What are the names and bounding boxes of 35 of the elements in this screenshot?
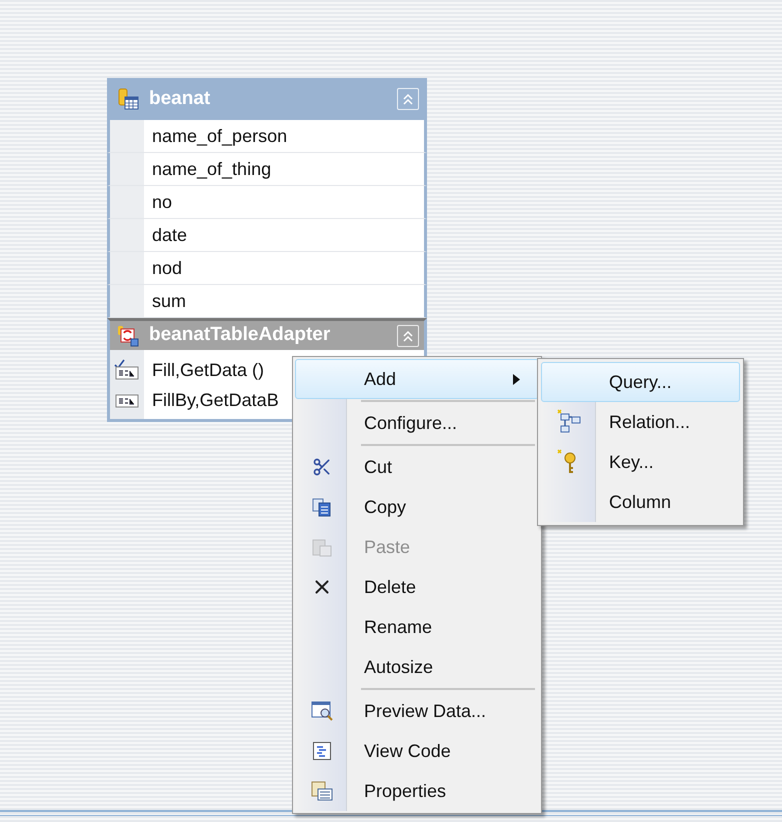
menu-item[interactable]: Rename xyxy=(295,607,539,647)
preview-icon xyxy=(311,700,333,722)
scissors-icon xyxy=(312,457,332,477)
adapter-title: beanatTableAdapter xyxy=(149,323,332,348)
copy-icon xyxy=(312,497,332,517)
collapse-icon xyxy=(402,328,414,342)
menu-item[interactable]: Column xyxy=(541,482,740,522)
collapse-button[interactable] xyxy=(397,324,419,346)
table-title: beanat xyxy=(149,86,212,111)
column-row[interactable]: nod xyxy=(107,252,427,285)
menu-item[interactable]: Autosize xyxy=(295,647,539,687)
collapse-button[interactable] xyxy=(397,88,419,110)
column-row[interactable]: no xyxy=(107,186,427,219)
menu-item[interactable]: Properties xyxy=(295,771,539,811)
properties-icon xyxy=(311,780,333,802)
menu-item[interactable]: Relation... xyxy=(541,402,740,442)
menu-item[interactable]: Copy xyxy=(295,487,539,527)
column-row[interactable]: name_of_thing xyxy=(107,153,427,186)
sql-icon xyxy=(114,394,140,408)
code-icon xyxy=(312,741,332,761)
menu-item[interactable]: Query... xyxy=(541,362,740,402)
column-row[interactable]: sum xyxy=(107,285,427,318)
column-row[interactable]: name_of_person xyxy=(107,120,427,153)
menu-item[interactable]: Key... xyxy=(541,442,740,482)
paste-icon xyxy=(312,537,332,557)
menu-item[interactable]: Preview Data... xyxy=(295,691,539,731)
collapse-icon xyxy=(402,92,414,106)
table-icon xyxy=(117,88,139,110)
menu-item[interactable]: View Code xyxy=(295,731,539,771)
menu-item[interactable]: Cut xyxy=(295,447,539,487)
sql-check-icon xyxy=(114,359,140,381)
menu-item[interactable]: Add xyxy=(295,359,539,399)
adapter-icon xyxy=(117,324,139,346)
column-row[interactable]: date xyxy=(107,219,427,252)
menu-item[interactable]: Delete xyxy=(295,567,539,607)
